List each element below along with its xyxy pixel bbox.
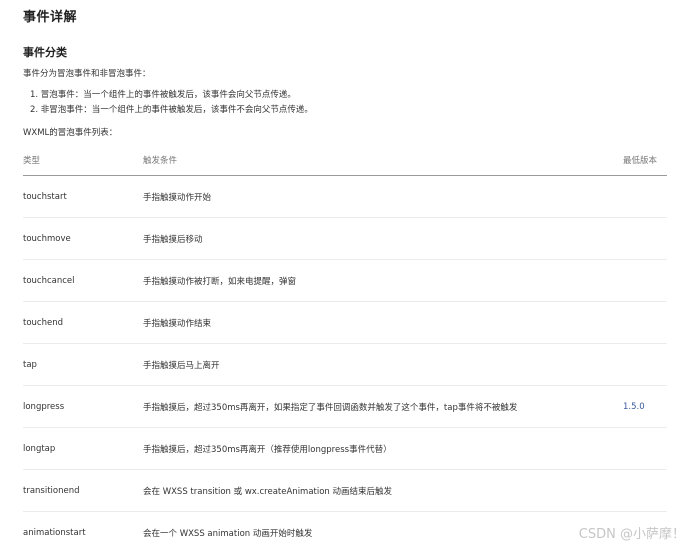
list-item: 1. 冒泡事件：当一个组件上的事件被触发后，该事件会向父节点传递。	[30, 88, 313, 103]
event-condition: 手指触摸后移动	[143, 218, 623, 260]
table-row: transitionend 会在 WXSS transition 或 wx.cr…	[23, 470, 667, 512]
event-version	[623, 428, 667, 470]
table-row: touchmove 手指触摸后移动	[23, 218, 667, 260]
event-table: 类型 触发条件 最低版本 touchstart 手指触摸动作开始 touchmo…	[23, 145, 667, 553]
event-type-list: 1. 冒泡事件：当一个组件上的事件被触发后，该事件会向父节点传递。 2. 非冒泡…	[30, 88, 313, 118]
event-condition: 手指触摸后，超过350ms再离开（推荐使用longpress事件代替）	[143, 428, 623, 470]
event-version: 1.5.0	[623, 386, 667, 428]
header-type: 类型	[23, 145, 143, 176]
event-type: longpress	[23, 386, 143, 428]
table-row: touchstart 手指触摸动作开始	[23, 176, 667, 218]
event-condition: 手指触摸后，超过350ms再离开，如果指定了事件回调函数并触发了这个事件，tap…	[143, 386, 623, 428]
table-row: touchcancel 手指触摸动作被打断，如来电提醒，弹窗	[23, 260, 667, 302]
header-version: 最低版本	[623, 145, 667, 176]
event-version	[623, 344, 667, 386]
event-version	[623, 218, 667, 260]
table-row: tap 手指触摸后马上离开	[23, 344, 667, 386]
event-type: transitionend	[23, 470, 143, 512]
table-row: longpress 手指触摸后，超过350ms再离开，如果指定了事件回调函数并触…	[23, 386, 667, 428]
event-condition: 手指触摸动作被打断，如来电提醒，弹窗	[143, 260, 623, 302]
event-type: tap	[23, 344, 143, 386]
intro-text: 事件分为冒泡事件和非冒泡事件：	[23, 67, 151, 79]
header-condition: 触发条件	[143, 145, 623, 176]
table-header-row: 类型 触发条件 最低版本	[23, 145, 667, 176]
doc-page: 事件详解 事件分类 事件分为冒泡事件和非冒泡事件： 1. 冒泡事件：当一个组件上…	[0, 0, 693, 550]
event-version	[623, 302, 667, 344]
event-condition: 会在一个 WXSS animation 动画开始时触发	[143, 512, 623, 553]
event-type: animationstart	[23, 512, 143, 553]
event-condition: 手指触摸后马上离开	[143, 344, 623, 386]
event-condition: 手指触摸动作开始	[143, 176, 623, 218]
table-row: longtap 手指触摸后，超过350ms再离开（推荐使用longpress事件…	[23, 428, 667, 470]
page-title: 事件详解	[23, 6, 77, 25]
event-version	[623, 260, 667, 302]
event-type: touchstart	[23, 176, 143, 218]
wxml-intro-text: WXML的冒泡事件列表：	[23, 126, 117, 138]
event-version	[623, 470, 667, 512]
table-row: touchend 手指触摸动作结束	[23, 302, 667, 344]
event-condition: 会在 WXSS transition 或 wx.createAnimation …	[143, 470, 623, 512]
event-condition: 手指触摸动作结束	[143, 302, 623, 344]
event-type: touchend	[23, 302, 143, 344]
table-row: animationstart 会在一个 WXSS animation 动画开始时…	[23, 512, 667, 553]
watermark: CSDN @小萨摩！	[579, 523, 685, 542]
event-type: longtap	[23, 428, 143, 470]
event-type: touchmove	[23, 218, 143, 260]
section-title: 事件分类	[23, 44, 67, 60]
list-item: 2. 非冒泡事件：当一个组件上的事件被触发后，该事件不会向父节点传递。	[30, 103, 313, 118]
event-type: touchcancel	[23, 260, 143, 302]
event-version	[623, 176, 667, 218]
